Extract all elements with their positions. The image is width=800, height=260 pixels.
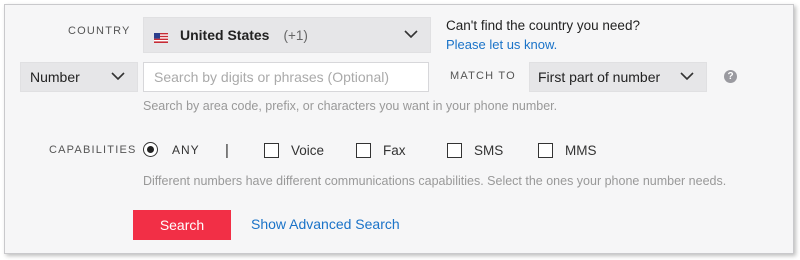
search-input-placeholder: Search by digits or phrases (Optional)	[154, 69, 389, 85]
chevron-down-icon	[404, 30, 418, 38]
match-to-select[interactable]: First part of number	[529, 62, 707, 92]
country-help-link[interactable]: Please let us know.	[446, 37, 557, 52]
capability-mms-label: MMS	[565, 143, 597, 158]
search-type-select[interactable]: Number	[20, 62, 138, 92]
radio-selected-icon	[143, 142, 158, 157]
country-select[interactable]: United States (+1)	[143, 17, 431, 53]
chevron-down-icon	[111, 72, 125, 80]
capability-sms-label: SMS	[474, 143, 504, 158]
capability-voice-label: Voice	[291, 143, 325, 158]
capabilities-hint: Different numbers have different communi…	[143, 174, 727, 188]
capability-fax-checkbox[interactable]: Fax	[356, 143, 406, 158]
capability-fax-label: Fax	[383, 143, 406, 158]
chevron-down-icon	[680, 72, 694, 80]
match-to-label: MATCH TO	[450, 70, 516, 82]
capability-any-radio[interactable]: ANY	[143, 142, 200, 157]
search-hint: Search by area code, prefix, or characte…	[143, 99, 558, 113]
search-button[interactable]: Search	[133, 210, 231, 240]
show-advanced-search-link[interactable]: Show Advanced Search	[251, 216, 400, 232]
capabilities-separator: |	[225, 142, 229, 159]
capability-voice-checkbox[interactable]: Voice	[264, 143, 324, 158]
capability-mms-checkbox[interactable]: MMS	[538, 143, 597, 158]
country-name: United States	[180, 27, 270, 43]
checkbox-icon	[356, 143, 371, 158]
capability-sms-checkbox[interactable]: SMS	[447, 143, 503, 158]
us-flag-icon	[154, 30, 168, 43]
capabilities-label: CAPABILITIES	[49, 144, 137, 156]
country-label: COUNTRY	[68, 25, 131, 37]
country-dial-code: (+1)	[283, 27, 308, 43]
search-input[interactable]: Search by digits or phrases (Optional)	[143, 62, 429, 92]
checkbox-icon	[538, 143, 553, 158]
search-type-value: Number	[30, 69, 80, 85]
checkbox-icon	[264, 143, 279, 158]
checkbox-icon	[447, 143, 462, 158]
country-help-text: Can't find the country you need?	[446, 18, 640, 33]
help-icon[interactable]: ?	[724, 70, 737, 83]
match-to-value: First part of number	[538, 69, 661, 85]
capability-any-label: ANY	[172, 142, 200, 157]
search-panel: COUNTRY United States (+1) Can't find th…	[4, 4, 794, 254]
